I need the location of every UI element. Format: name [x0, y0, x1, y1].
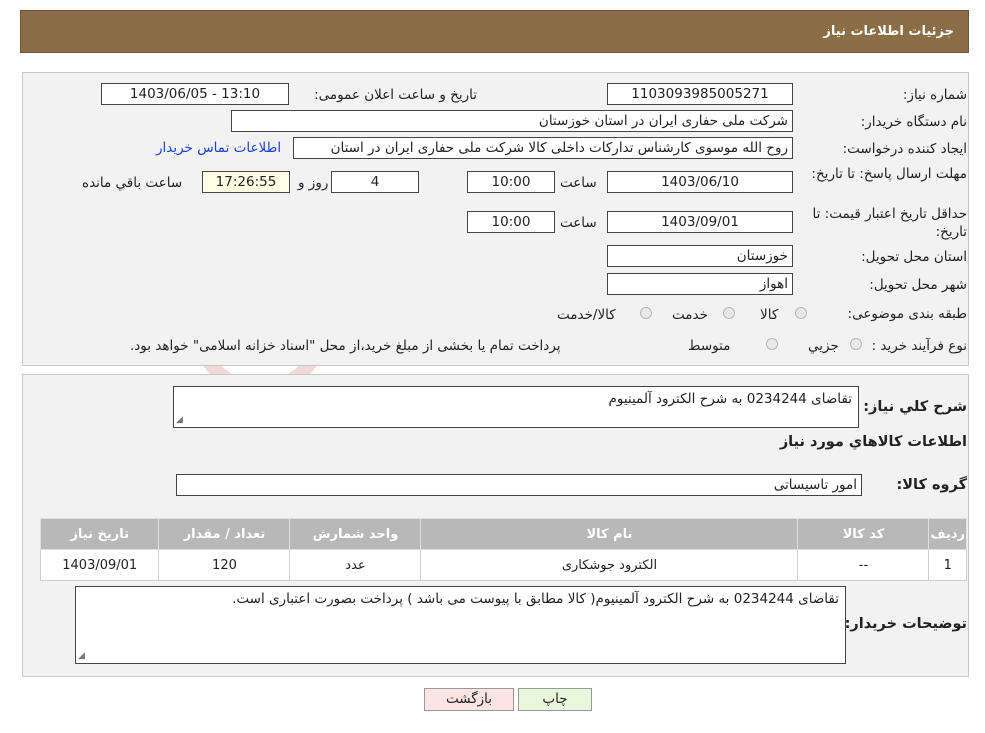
goods-group-field: امور تاسیساتی	[176, 474, 862, 496]
buyer-org-label: نام دستگاه خریدار:	[860, 114, 967, 130]
goods-table: رديف کد کالا نام کالا واحد شمارش تعداد /…	[39, 518, 967, 581]
purchase-medium-radio[interactable]	[766, 338, 778, 350]
remaining-days-field: 4	[331, 171, 419, 193]
goods-table-header-row: رديف کد کالا نام کالا واحد شمارش تعداد /…	[39, 518, 967, 550]
price-validity-date-field: 1403/09/01	[607, 211, 793, 233]
city-field: اهواز	[607, 273, 793, 295]
col-need-date: تاریخ نیاز	[39, 518, 160, 550]
days-label: روز و	[298, 175, 329, 191]
col-name: نام کالا	[420, 518, 799, 550]
province-label: استان محل تحویل:	[861, 249, 967, 265]
category-label: طبقه بندی موضوعی:	[847, 306, 967, 322]
purchase-type-label: نوع فرآیند خرید :	[871, 338, 967, 354]
announce-datetime-field: 1403/06/05 - 13:10	[101, 83, 289, 105]
table-row: 1 -- الکترود جوشکاری عدد 120 1403/09/01	[39, 549, 967, 581]
treasury-note: پرداخت تمام یا بخشی از مبلغ خرید،از محل …	[130, 338, 561, 354]
deadline-time-field: 10:00	[467, 171, 555, 193]
price-validity-time-label: ساعت	[560, 215, 597, 231]
buyer-notes-textarea[interactable]: تقاضای 0234244 به شرح الکترود آلمینیوم( …	[75, 586, 846, 664]
buyer-notes-label: توضیحات خریدار:	[844, 616, 967, 632]
page-title: جزئیات اطلاعات نیاز	[823, 24, 954, 39]
col-row: رديف	[928, 518, 967, 550]
need-number-field: 1103093985005271	[607, 83, 793, 105]
summary-label: شرح کلي نياز:	[863, 399, 967, 415]
goods-group-label: گروه کالا:	[896, 477, 967, 493]
category-service-label: خدمت	[672, 307, 708, 323]
print-button[interactable]: چاپ	[518, 688, 592, 711]
goods-section-title: اطلاعات كالاهاي مورد نياز	[779, 434, 967, 450]
buyer-org-field: شرکت ملی حفاری ایران در استان خوزستان	[231, 110, 793, 132]
buyer-contact-link[interactable]: اطلاعات تماس خریدار	[156, 140, 281, 156]
category-goods-radio[interactable]	[795, 307, 807, 319]
cell-code: --	[797, 549, 930, 581]
page-header: جزئیات اطلاعات نیاز	[20, 10, 969, 53]
price-validity-label: حداقل تاریخ اعتبار قیمت: تا تاریخ:	[812, 206, 967, 240]
deadline-label: مهلت ارسال پاسخ: تا تاریخ:	[811, 166, 967, 182]
requester-label: ایجاد کننده درخواست:	[842, 141, 967, 157]
summary-resize-grip-icon[interactable]: ◢	[176, 416, 185, 425]
cell-unit: عدد	[289, 549, 422, 581]
cell-row: 1	[928, 549, 967, 581]
purchase-minor-label: جزيي	[808, 338, 839, 354]
category-goods-service-label: کالا/خدمت	[557, 307, 616, 323]
category-goods-service-radio[interactable]	[640, 307, 652, 319]
remaining-label: ساعت باقي مانده	[82, 175, 183, 191]
purchase-medium-label: متوسط	[688, 338, 731, 354]
back-button[interactable]: بازگشت	[424, 688, 514, 711]
province-field: خوزستان	[607, 245, 793, 267]
need-number-label: شماره نیاز:	[902, 87, 967, 103]
category-service-radio[interactable]	[723, 307, 735, 319]
col-code: کد کالا	[797, 518, 930, 550]
col-quantity: تعداد / مقدار	[158, 518, 291, 550]
purchase-minor-radio[interactable]	[850, 338, 862, 350]
cell-quantity: 120	[158, 549, 291, 581]
summary-textarea[interactable]: تقاضای 0234244 به شرح الکترود آلمینیوم	[173, 386, 859, 428]
price-validity-time-field: 10:00	[467, 211, 555, 233]
remaining-time-field: 17:26:55	[202, 171, 290, 193]
announce-datetime-label: تاریخ و ساعت اعلان عمومی:	[314, 87, 477, 103]
cell-name: الکترود جوشکاری	[420, 549, 799, 581]
col-unit: واحد شمارش	[289, 518, 422, 550]
buyer-notes-resize-grip-icon[interactable]: ◢	[78, 652, 87, 661]
deadline-time-label: ساعت	[560, 175, 597, 191]
requester-field: روح الله موسوی کارشناس تدارکات داخلی کال…	[293, 137, 793, 159]
cell-need-date: 1403/09/01	[39, 549, 160, 581]
category-goods-label: کالا	[760, 307, 779, 323]
deadline-date-field: 1403/06/10	[607, 171, 793, 193]
city-label: شهر محل تحویل:	[869, 277, 967, 293]
